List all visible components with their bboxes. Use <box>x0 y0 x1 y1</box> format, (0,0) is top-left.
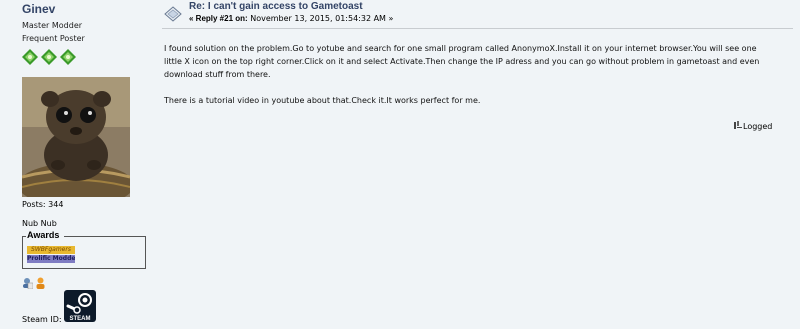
steam-logo-icon[interactable]: STEAM <box>64 290 96 322</box>
avatar[interactable] <box>22 77 130 197</box>
person-icon[interactable] <box>35 277 46 289</box>
steam-id-label: Steam ID: <box>22 315 62 324</box>
poster-info: Ginev Master Modder Frequent Poster Post… <box>0 0 152 329</box>
post-subject-link[interactable]: Re: I can't gain access to Gametoast <box>189 1 363 12</box>
post-group: Frequent Poster <box>22 34 85 43</box>
logged-label: Logged <box>743 122 773 131</box>
post-meta: « Reply #21 on: November 13, 2015, 01:54… <box>189 14 393 23</box>
post-paragraph: I found solution on the problem.Go to yo… <box>164 44 760 79</box>
post-divider <box>162 28 793 29</box>
post-date: November 13, 2015, 01:54:32 AM » <box>247 14 394 23</box>
awards-border <box>64 236 145 237</box>
personal-text: Nub Nub <box>22 219 57 228</box>
post-body: I found solution on the problem.Go to yo… <box>164 42 776 107</box>
xx-post-icon <box>164 6 182 22</box>
ip-logged-icon <box>734 121 742 129</box>
award-badge[interactable]: Prolific Modder <box>27 255 75 263</box>
post-count: Posts: 344 <box>22 200 64 209</box>
awards-legend: Awards <box>26 230 61 240</box>
username-link[interactable]: Ginev <box>22 2 55 16</box>
steam-logo-text: STEAM <box>70 316 91 322</box>
member-group: Master Modder <box>22 21 83 30</box>
green-gem-star-icon <box>41 49 57 65</box>
green-gem-star-icon <box>22 49 38 65</box>
avatar-image <box>22 77 130 197</box>
award-badge[interactable]: SWBFgamers <box>27 246 75 254</box>
post-paragraph: There is a tutorial video in youtube abo… <box>164 96 481 105</box>
logged-indicator: Logged <box>734 121 772 131</box>
user-profile-icon[interactable] <box>22 277 33 289</box>
green-gem-star-icon <box>60 49 76 65</box>
reply-number: « Reply #21 on: <box>189 14 248 23</box>
